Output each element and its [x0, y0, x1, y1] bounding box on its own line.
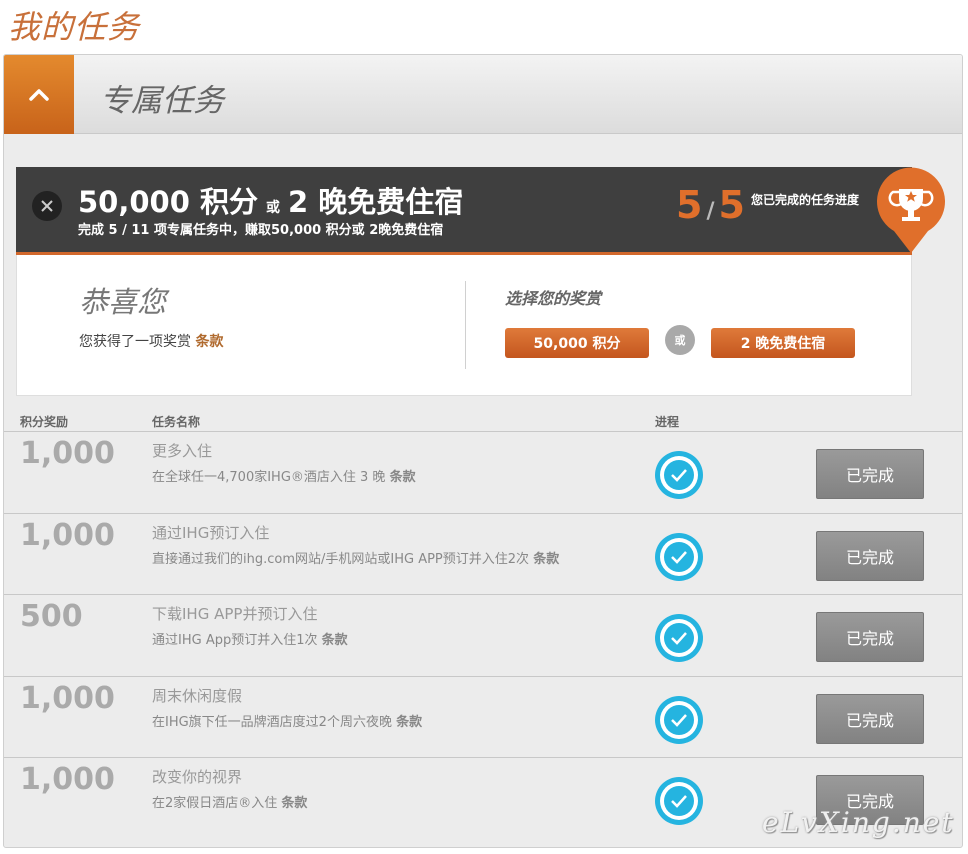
row-task-name: 周末休闲度假 — [152, 687, 243, 705]
row-terms-link[interactable]: 条款 — [396, 715, 422, 730]
row-points: 1,000 — [20, 681, 115, 716]
row-desc-text: 直接通过我们的ihg.com网站/手机网站或IHG APP预订并入住2次 — [152, 552, 530, 567]
row-points: 1,000 — [20, 518, 115, 553]
progress-readout: 5/5 您已完成的任务进度 — [676, 183, 859, 227]
row-terms-link[interactable]: 条款 — [390, 470, 416, 485]
page-title: 我的任务 — [8, 8, 141, 46]
earned-message: 您获得了一项奖赏 — [79, 334, 191, 350]
choose-reward-label: 选择您的奖赏 — [505, 289, 602, 308]
completed-button[interactable]: 已完成 — [816, 694, 924, 744]
row-task-desc: 在2家假日酒店®入住 条款 — [152, 792, 307, 811]
banner-subtitle: 完成 5 / 11 项专属任务中，赚取50,000 积分或 2晚免费住宿 — [78, 223, 444, 238]
reward-points-button[interactable]: 50,000 积分 — [505, 328, 649, 358]
panel-title: 专属任务 — [100, 83, 224, 119]
row-task-desc: 通过IHG App预订并入住1次 条款 — [152, 629, 348, 648]
completed-check-icon — [655, 696, 703, 744]
row-points: 1,000 — [20, 762, 115, 797]
panel-header: 专属任务 — [4, 55, 962, 134]
table-row: 500 下载IHG APP并预订入住 通过IHG App预订并入住1次 条款 已… — [4, 594, 962, 676]
row-task-name: 更多入住 — [152, 442, 213, 460]
completed-button[interactable]: 已完成 — [816, 531, 924, 581]
close-icon — [41, 200, 53, 212]
progress-slash: / — [706, 199, 715, 224]
table-header: 积分奖励 任务名称 进程 — [4, 411, 962, 431]
row-task-name: 通过IHG预订入住 — [152, 524, 270, 542]
reward-box: 恭喜您 您获得了一项奖赏 条款 选择您的奖赏 50,000 积分 或 2 晚免费… — [16, 255, 912, 396]
row-desc-text: 通过IHG App预订并入住1次 — [152, 633, 318, 648]
row-terms-link[interactable]: 条款 — [533, 552, 559, 567]
row-task-desc: 在全球任一4,700家IHG®酒店入住 3 晚 条款 — [152, 466, 416, 485]
chevron-up-icon — [29, 88, 49, 101]
completed-button[interactable]: 已完成 — [816, 612, 924, 662]
watermark: eLvXing.net — [762, 806, 955, 839]
completed-check-icon — [655, 533, 703, 581]
header-points: 积分奖励 — [20, 415, 69, 429]
completed-button[interactable]: 已完成 — [816, 449, 924, 499]
row-desc-text: 在IHG旗下任一品牌酒店度过2个周六夜晚 — [152, 715, 392, 730]
row-terms-link[interactable]: 条款 — [322, 633, 348, 648]
completed-check-icon — [655, 777, 703, 825]
table-row: 1,000 周末休闲度假 在IHG旗下任一品牌酒店度过2个周六夜晚 条款 已完成 — [4, 676, 962, 758]
row-task-name: 下载IHG APP并预订入住 — [152, 605, 318, 623]
row-task-desc: 在IHG旗下任一品牌酒店度过2个周六夜晚 条款 — [152, 711, 422, 730]
or-badge: 或 — [665, 325, 695, 355]
row-terms-link[interactable]: 条款 — [281, 796, 307, 811]
table-row: 1,000 通过IHG预订入住 直接通过我们的ihg.com网站/手机网站或IH… — [4, 513, 962, 595]
reward-banner: 50,000 积分或 2 晚免费住宿 完成 5 / 11 项专属任务中，赚取50,… — [16, 167, 912, 257]
trophy-icon — [877, 167, 945, 253]
reward-nights-button[interactable]: 2 晚免费住宿 — [711, 328, 855, 358]
banner-nights: 2 晚免费住宿 — [288, 185, 464, 219]
header-task: 任务名称 — [152, 415, 201, 429]
row-desc-text: 在全球任一4,700家IHG®酒店入住 3 晚 — [152, 470, 386, 485]
completed-check-icon — [655, 451, 703, 499]
row-points: 1,000 — [20, 436, 115, 471]
table-row: 1,000 更多入住 在全球任一4,700家IHG®酒店入住 3 晚 条款 已完… — [4, 431, 962, 513]
row-points: 500 — [20, 599, 83, 634]
exclusive-tasks-panel: 专属任务 50,000 积分或 2 晚免费住宿 完成 5 / 11 项专属任务中，… — [3, 54, 963, 848]
progress-total: 5 — [718, 183, 745, 227]
row-task-name: 改变你的视界 — [152, 768, 243, 786]
banner-headline: 50,000 积分或 2 晚免费住宿 — [78, 179, 463, 221]
divider — [465, 281, 466, 369]
collapse-button[interactable] — [4, 55, 74, 134]
banner-or: 或 — [266, 200, 281, 216]
row-task-desc: 直接通过我们的ihg.com网站/手机网站或IHG APP预订并入住2次 条款 — [152, 548, 559, 567]
earned-text: 您获得了一项奖赏 条款 — [79, 331, 223, 351]
progress-done: 5 — [676, 183, 703, 227]
banner-points: 50,000 积分 — [78, 185, 259, 219]
completed-check-icon — [655, 614, 703, 662]
progress-label: 您已完成的任务进度 — [750, 193, 859, 207]
header-progress: 进程 — [655, 415, 680, 429]
terms-link[interactable]: 条款 — [195, 334, 223, 350]
row-desc-text: 在2家假日酒店®入住 — [152, 796, 278, 811]
banner-close-button[interactable] — [32, 191, 62, 221]
congrats-heading: 恭喜您 — [79, 285, 167, 319]
